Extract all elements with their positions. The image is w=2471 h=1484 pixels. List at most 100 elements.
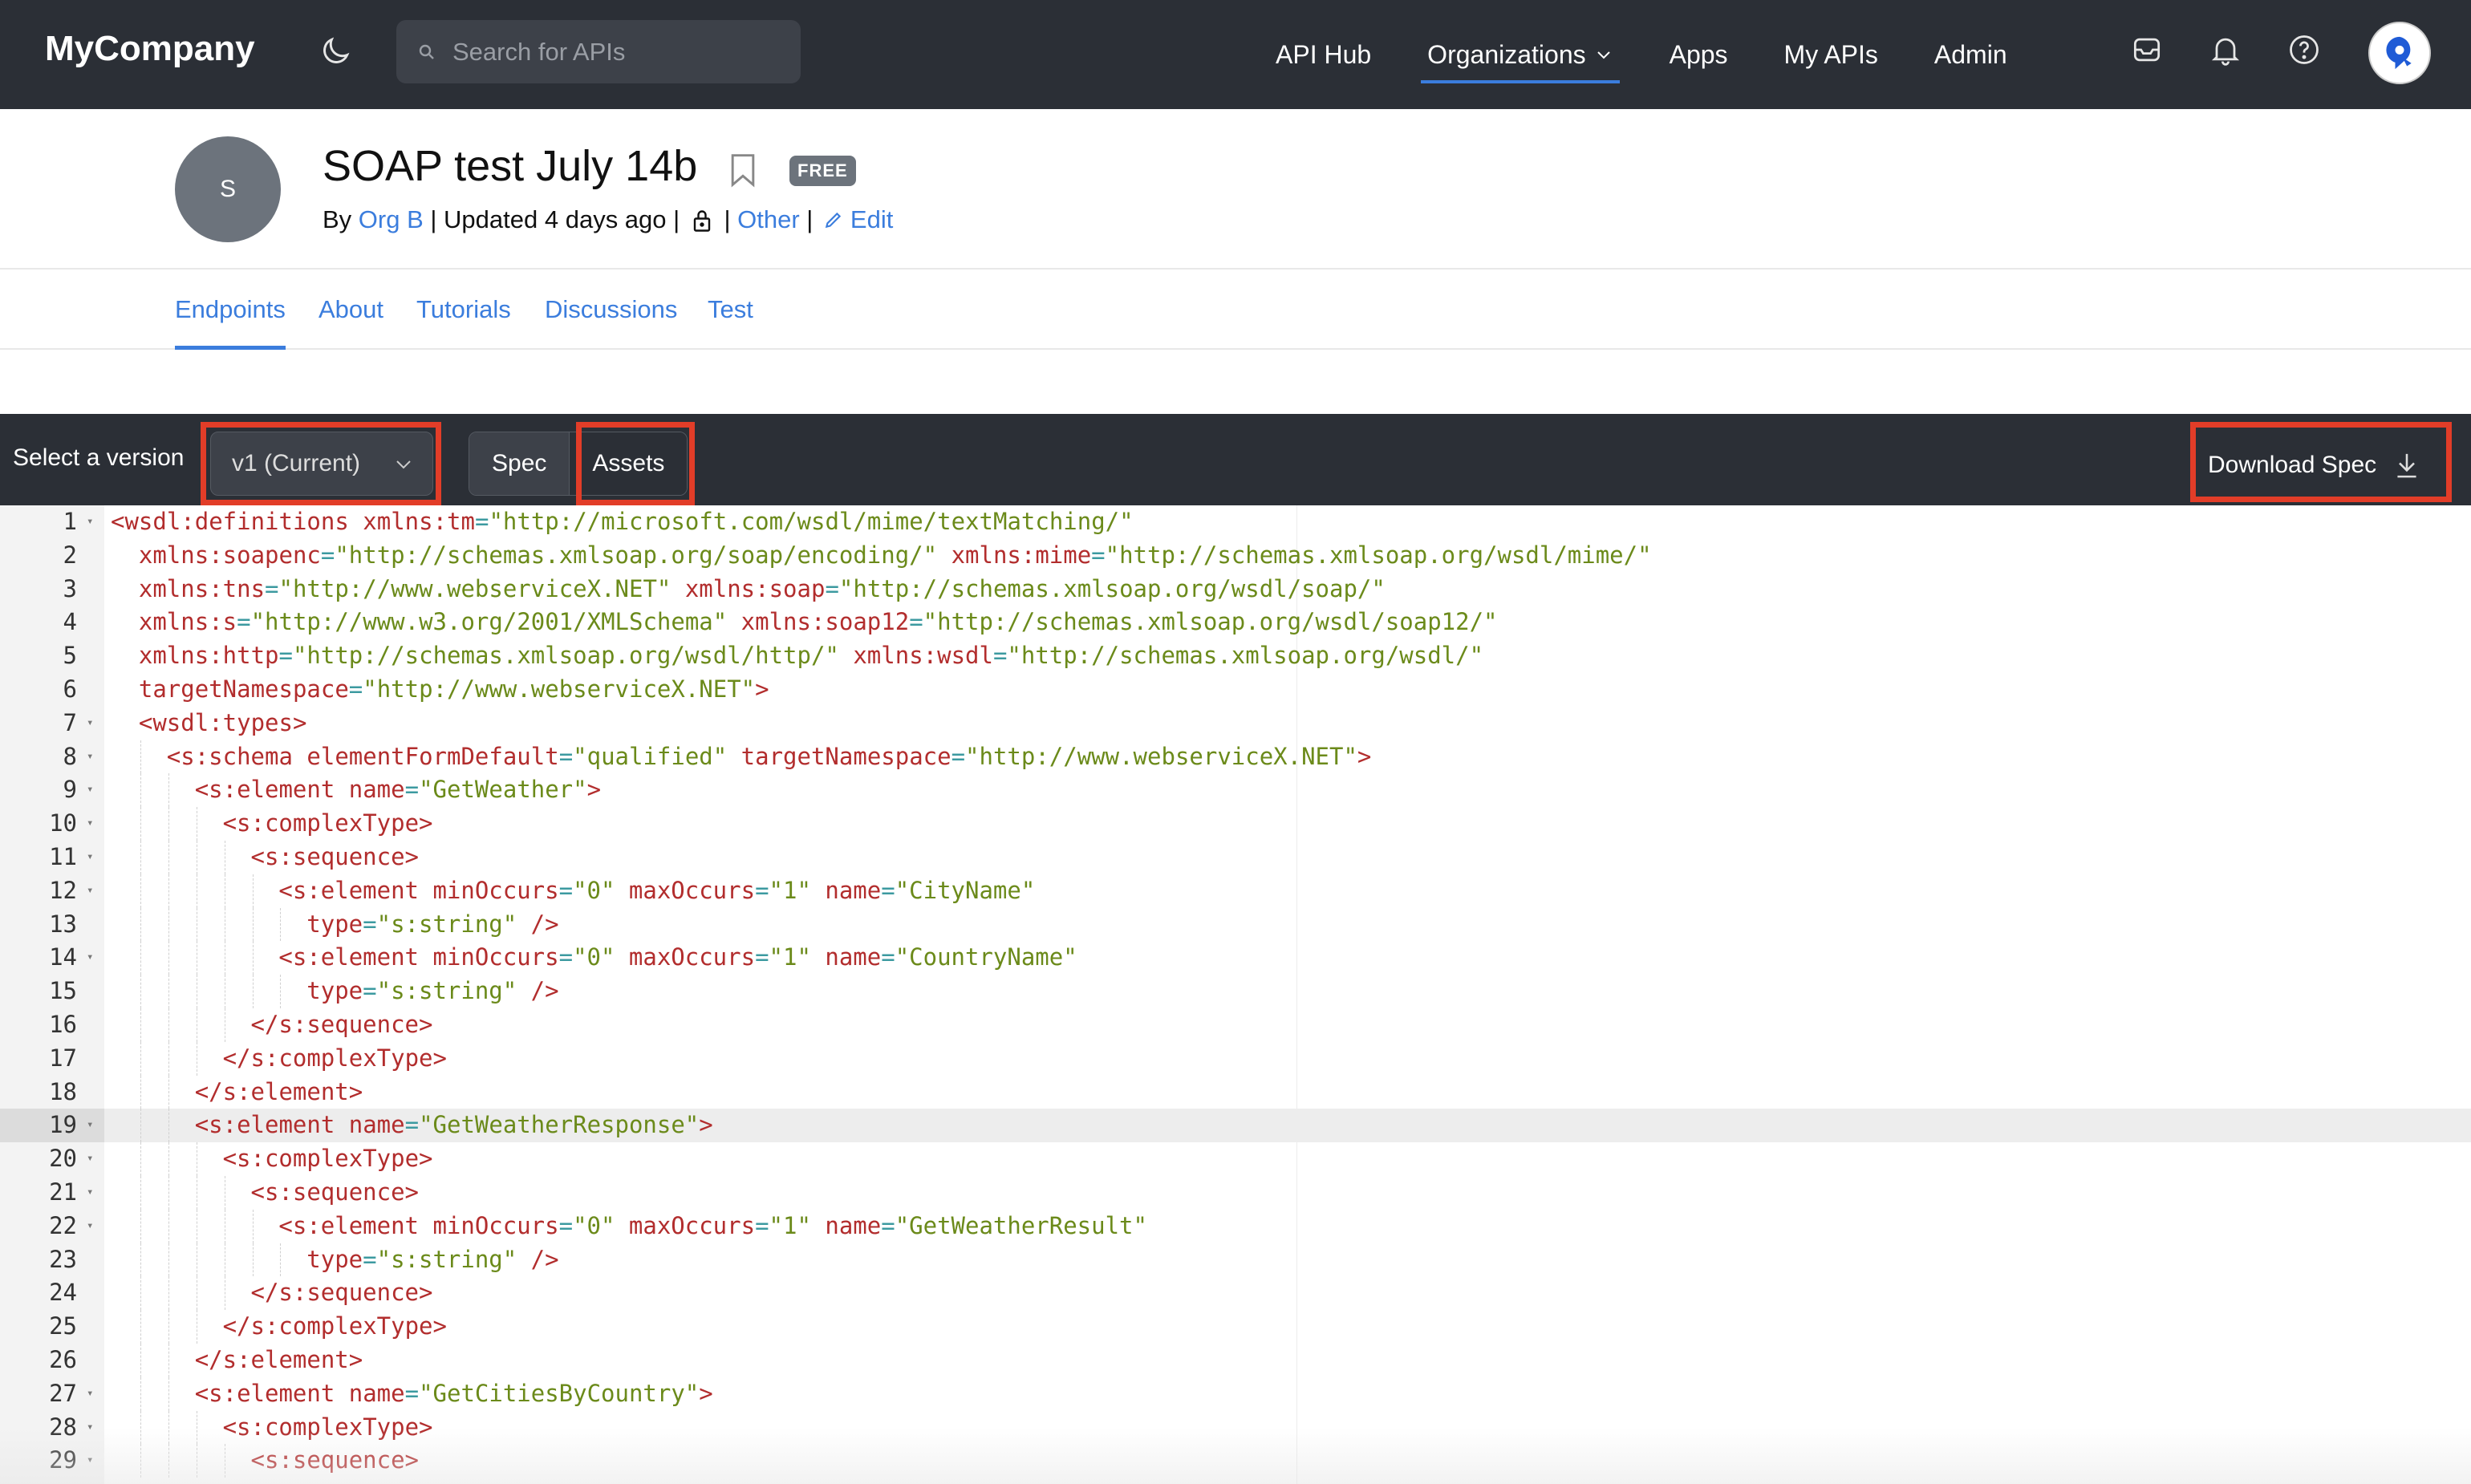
nav-admin[interactable]: Admin (1934, 0, 2007, 109)
download-spec-button[interactable]: Download Spec (2208, 433, 2420, 497)
user-avatar[interactable] (2368, 22, 2431, 84)
pencil-icon[interactable] (823, 209, 844, 230)
fold-arrow-icon[interactable]: ▾ (87, 773, 98, 807)
token-eq: = (237, 608, 251, 636)
fold-arrow-icon[interactable]: ▾ (87, 1210, 98, 1243)
fold-arrow-icon[interactable]: ▾ (87, 941, 98, 975)
code-text: type="s:string" /> (306, 975, 558, 1008)
nav-api-hub[interactable]: API Hub (1276, 0, 1371, 109)
token-str: "qualified" (573, 742, 728, 770)
code-line[interactable]: 19 ▾ <s:element name="GetWeatherResponse"> (0, 1109, 2471, 1143)
nav-organizations[interactable]: Organizations (1421, 0, 1621, 109)
edit-link[interactable]: Edit (850, 205, 893, 234)
code-line[interactable]: 8 ▾ <s:schema elementFormDefault="qualifie… (0, 740, 2471, 774)
code-line[interactable]: 14 ▾ <s:element minOccurs="0" maxOccurs="1… (0, 941, 2471, 975)
code-line[interactable]: 26 </s:element> (0, 1344, 2471, 1377)
nav-my-apis[interactable]: My APIs (1784, 0, 1878, 109)
fold-arrow-icon[interactable]: ▾ (87, 1142, 98, 1176)
code-line[interactable]: 3 xmlns:tns="http://www.webserviceX.NET" … (0, 573, 2471, 606)
owner-link[interactable]: Org B (359, 205, 424, 234)
token-eq: = (265, 574, 279, 602)
token-str: "1" (769, 1211, 811, 1239)
code-line[interactable]: 7 ▾ <wsdl:types> (0, 707, 2471, 740)
token-tag: /> (517, 977, 559, 1005)
token-tag: <s:schema (166, 742, 307, 770)
help-icon[interactable] (2286, 32, 2322, 67)
code-line[interactable]: 27 ▾ <s:element name="GetCitiesByCountry"> (0, 1377, 2471, 1411)
bell-icon[interactable] (2208, 32, 2243, 67)
nav-apps[interactable]: Apps (1670, 0, 1728, 109)
api-tabs: Endpoints About Tutorials Discussions Te… (0, 271, 2471, 350)
inbox-icon[interactable] (2129, 32, 2165, 67)
code-line[interactable]: 1 ▾ <wsdl:definitions xmlns:tm="http://mic… (0, 505, 2471, 539)
fold-arrow-icon[interactable]: ▾ (87, 707, 98, 740)
code-line[interactable]: 9 ▾ <s:element name="GetWeather"> (0, 773, 2471, 808)
code-line[interactable]: 21 ▾ <s:sequence> (0, 1176, 2471, 1210)
token-tag: <s:element (194, 776, 349, 804)
code-text: </s:element> (195, 1076, 363, 1109)
category-link[interactable]: Other (737, 205, 800, 234)
token-str: "CityName" (895, 876, 1036, 904)
code-line[interactable]: 15 type="s:string" /> (0, 975, 2471, 1008)
code-line[interactable]: 23 type="s:string" /> (0, 1243, 2471, 1277)
code-line[interactable]: 10 ▾ <s:complexType> (0, 807, 2471, 841)
api-meta: By Org B | Updated 4 days ago | | Other … (323, 205, 893, 234)
tab-tutorials[interactable]: Tutorials (416, 295, 511, 324)
indent-guide (168, 1008, 169, 1042)
fold-arrow-icon[interactable]: ▾ (87, 1176, 98, 1210)
token-str: "http://microsoft.com/wsdl/mime/textMatc… (489, 508, 1134, 535)
search-box[interactable] (396, 20, 801, 83)
token-eq: = (363, 910, 377, 938)
code-line[interactable]: 2 xmlns:soapenc="http://schemas.xmlsoap.o… (0, 539, 2471, 573)
token-eq: = (320, 541, 335, 569)
token-eq: = (558, 742, 574, 770)
fold-arrow-icon[interactable]: ▾ (87, 505, 98, 539)
search-input[interactable] (452, 20, 789, 83)
code-text: type="s:string" /> (306, 1243, 558, 1277)
nav-admin-label: Admin (1933, 39, 2007, 69)
fold-arrow-icon[interactable]: ▾ (87, 807, 98, 841)
spec-button[interactable]: Spec (469, 432, 570, 495)
fold-arrow-icon[interactable]: ▾ (87, 1109, 98, 1142)
spec-code-editor[interactable]: 1 ▾ <wsdl:definitions xmlns:tm="http://mic… (0, 505, 2471, 1484)
code-line[interactable]: 20 ▾ <s:complexType> (0, 1142, 2471, 1176)
code-text: xmlns:s="http://www.w3.org/2001/XMLSchem… (139, 606, 1498, 639)
fold-arrow-icon[interactable]: ▾ (87, 740, 98, 774)
nav-organizations-label: Organizations (1427, 39, 1586, 69)
bookmark-icon[interactable] (728, 152, 757, 188)
tab-test[interactable]: Test (708, 295, 753, 324)
fold-arrow-icon[interactable]: ▾ (87, 874, 98, 908)
code-line[interactable]: 18 </s:element> (0, 1075, 2471, 1109)
tab-discussions[interactable]: Discussions (545, 295, 677, 324)
token-attr: elementFormDefault (306, 742, 559, 770)
fold-arrow-icon[interactable]: ▾ (87, 1377, 98, 1411)
brand-logo[interactable]: MyCompany (45, 29, 255, 69)
fold-arrow-icon[interactable]: ▾ (87, 841, 98, 874)
token-tag: <s:complexType> (222, 1145, 433, 1173)
indent-guide (140, 1209, 141, 1243)
code-text: </s:sequence> (251, 1276, 433, 1310)
code-line[interactable]: 24 </s:sequence> (0, 1276, 2471, 1311)
code-line[interactable]: 16 </s:sequence> (0, 1008, 2471, 1042)
token-eq: = (909, 608, 923, 636)
dark-mode-moon-icon[interactable] (318, 34, 353, 69)
token-eq: = (755, 1211, 769, 1239)
code-line[interactable]: 11 ▾ <s:sequence> (0, 841, 2471, 874)
version-select[interactable]: v1 (Current) (210, 432, 433, 496)
token-str: "http://schemas.xmlsoap.org/wsdl/" (1007, 642, 1484, 670)
nav-icons (2129, 32, 2365, 67)
code-line[interactable]: 17 </s:complexType> (0, 1041, 2471, 1076)
code-line[interactable]: 4 xmlns:s="http://www.w3.org/2001/XMLSche… (0, 606, 2471, 639)
assets-button[interactable]: Assets (570, 432, 688, 495)
code-line[interactable]: 5 xmlns:http="http://schemas.xmlsoap.org/… (0, 639, 2471, 673)
token-str: "http://schemas.xmlsoap.org/wsdl/mime/" (1105, 541, 1652, 569)
code-line[interactable]: 22 ▾ <s:element minOccurs="0" maxOccurs="1… (0, 1209, 2471, 1243)
tab-about[interactable]: About (319, 295, 383, 324)
code-line[interactable]: 13 type="s:string" /> (0, 907, 2471, 942)
code-line[interactable]: 25 </s:complexType> (0, 1310, 2471, 1344)
code-line[interactable]: 6 targetNamespace="http://www.webserviceX… (0, 673, 2471, 707)
code-line[interactable]: 12 ▾ <s:element minOccurs="0" maxOccurs="1… (0, 874, 2471, 908)
token-str: "GetCitiesByCountry" (419, 1379, 700, 1407)
spec-toolbar: Select a version v1 (Current) Spec Asset… (0, 414, 2471, 505)
tab-endpoints[interactable]: Endpoints (175, 295, 286, 350)
